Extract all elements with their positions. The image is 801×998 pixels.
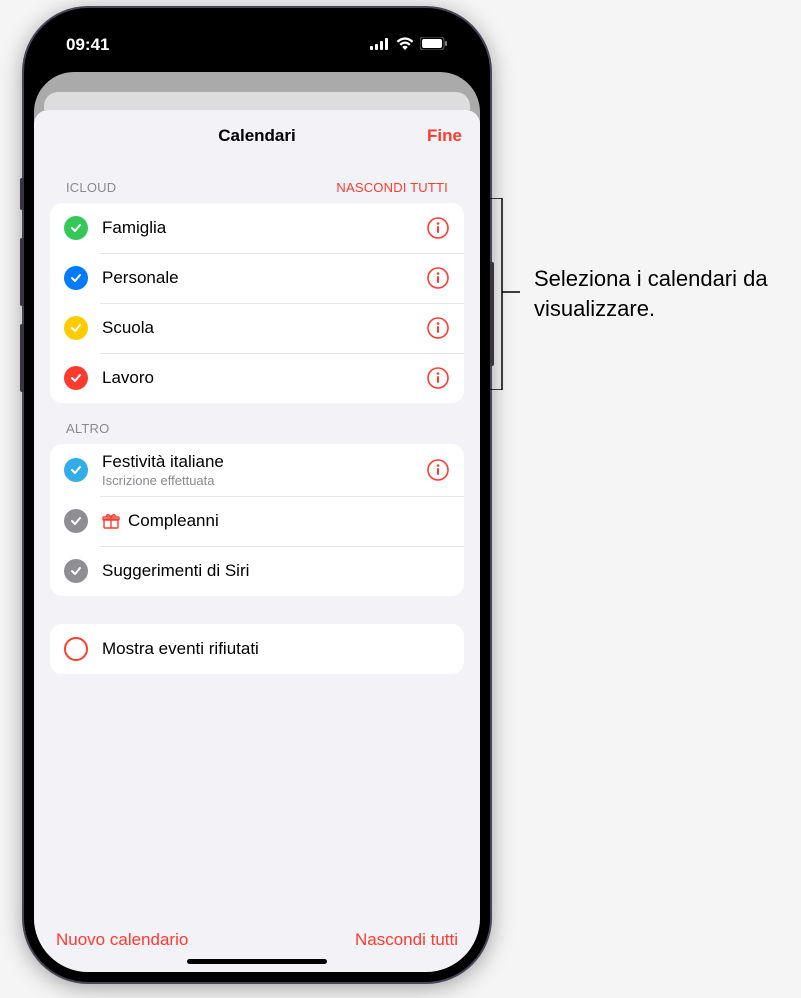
info-icon[interactable] (426, 316, 450, 340)
calendar-label: Suggerimenti di Siri (102, 561, 450, 581)
calendar-label: Festività italiane (102, 452, 426, 472)
calendar-row-compleanni[interactable]: Compleanni (50, 496, 464, 546)
mute-switch (20, 178, 24, 210)
calendar-row-personale[interactable]: Personale (50, 253, 464, 303)
status-time: 09:41 (66, 35, 109, 55)
status-right (370, 35, 448, 55)
home-indicator[interactable] (187, 959, 327, 964)
calendar-label: Famiglia (102, 218, 426, 238)
calendar-row-lavoro[interactable]: Lavoro (50, 353, 464, 403)
gift-icon (102, 512, 120, 530)
checkmark-icon[interactable] (64, 266, 88, 290)
info-icon[interactable] (426, 216, 450, 240)
checkmark-icon[interactable] (64, 559, 88, 583)
new-calendar-button[interactable]: Nuovo calendario (56, 930, 188, 950)
sheet-backdrop-card (44, 92, 470, 110)
section-header-icloud: ICLOUD NASCONDI TUTTI (50, 162, 464, 203)
cellular-icon (370, 35, 390, 55)
section-label-altro: ALTRO (66, 421, 109, 436)
iphone-frame: 09:41 Calendari Fine (24, 8, 490, 982)
calendars-sheet: Calendari Fine ICLOUD NASCONDI TUTTI Fam… (34, 110, 480, 972)
phone-screen: 09:41 Calendari Fine (34, 18, 480, 972)
checkmark-icon[interactable] (64, 216, 88, 240)
unchecked-circle-icon[interactable] (64, 637, 88, 661)
volume-down-button (20, 324, 24, 392)
status-bar: 09:41 (34, 18, 480, 72)
other-list: Festività italiane Iscrizione effettuata (50, 444, 464, 596)
calendar-sublabel: Iscrizione effettuata (102, 473, 426, 488)
callout-bracket (490, 198, 522, 390)
sheet-content: ICLOUD NASCONDI TUTTI Famiglia (34, 162, 480, 916)
hide-all-button[interactable]: Nascondi tutti (355, 930, 458, 950)
dynamic-island (194, 32, 320, 68)
checkmark-icon[interactable] (64, 316, 88, 340)
callout-text: Seleziona i calendari da visualizzare. (534, 264, 801, 323)
calendar-row-famiglia[interactable]: Famiglia (50, 203, 464, 253)
battery-icon (420, 35, 448, 55)
checkmark-icon[interactable] (64, 509, 88, 533)
section-header-altro: ALTRO (50, 403, 464, 444)
calendar-row-scuola[interactable]: Scuola (50, 303, 464, 353)
show-declined-row[interactable]: Mostra eventi rifiutati (50, 624, 464, 674)
sheet-title: Calendari (218, 126, 295, 146)
section-label-icloud: ICLOUD (66, 180, 116, 195)
info-icon[interactable] (426, 366, 450, 390)
checkmark-icon[interactable] (64, 366, 88, 390)
volume-up-button (20, 238, 24, 306)
wifi-icon (396, 35, 414, 55)
sheet-header: Calendari Fine (34, 110, 480, 162)
declined-label: Mostra eventi rifiutati (102, 639, 450, 659)
done-button[interactable]: Fine (427, 126, 462, 146)
icloud-list: Famiglia Personale (50, 203, 464, 403)
calendar-row-siri[interactable]: Suggerimenti di Siri (50, 546, 464, 596)
callout: Seleziona i calendari da visualizzare. (490, 198, 801, 390)
info-icon[interactable] (426, 266, 450, 290)
checkmark-icon[interactable] (64, 458, 88, 482)
calendar-label: Scuola (102, 318, 426, 338)
calendar-label: Compleanni (128, 511, 219, 531)
calendar-label: Lavoro (102, 368, 426, 388)
declined-list: Mostra eventi rifiutati (50, 624, 464, 674)
hide-all-icloud-button[interactable]: NASCONDI TUTTI (336, 180, 448, 195)
info-icon[interactable] (426, 458, 450, 482)
calendar-row-festivita[interactable]: Festività italiane Iscrizione effettuata (50, 444, 464, 496)
calendar-label: Personale (102, 268, 426, 288)
